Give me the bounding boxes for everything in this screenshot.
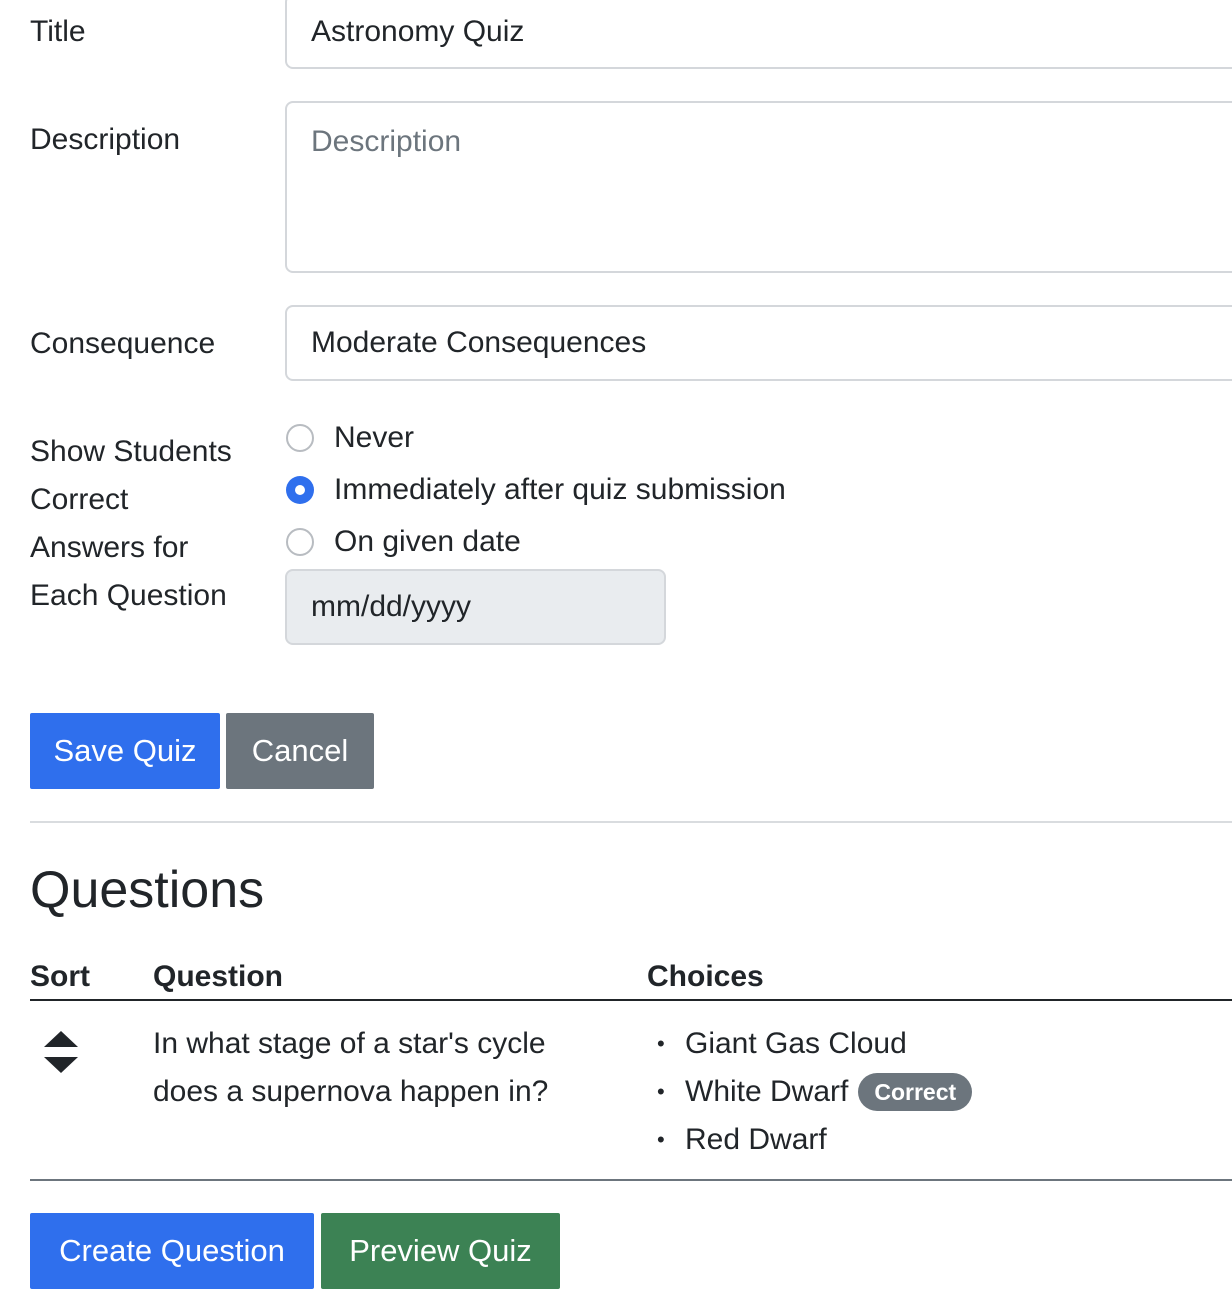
column-header-sort: Sort xyxy=(30,960,90,993)
title-label: Title xyxy=(30,15,86,48)
create-question-button[interactable]: Create Question xyxy=(30,1213,314,1289)
title-input[interactable]: Astronomy Quiz xyxy=(285,0,1232,69)
description-textarea[interactable]: Description xyxy=(285,101,1232,273)
date-input[interactable]: mm/dd/yyyy xyxy=(285,569,666,645)
radio-never-label: Never xyxy=(334,421,415,454)
choice-item: White Dwarf Correct xyxy=(647,1068,973,1116)
choices-list: Giant Gas Cloud White Dwarf Correct Red D… xyxy=(647,1020,973,1164)
radio-on-date-label: On given date xyxy=(334,525,521,558)
column-header-question: Question xyxy=(153,960,284,993)
show-answers-label: Show Students Correct Answers for Each Q… xyxy=(30,435,232,612)
choice-item: Red Dwarf xyxy=(647,1116,972,1164)
cancel-button[interactable]: Cancel xyxy=(226,713,374,789)
choice-item: Giant Gas Cloud xyxy=(647,1020,972,1068)
divider xyxy=(30,821,1232,823)
column-header-choices: Choices xyxy=(647,960,764,993)
choice-text: Giant Gas Cloud xyxy=(685,1027,907,1060)
radio-immediately-label: Immediately after quiz submission xyxy=(334,473,786,506)
sort-handle[interactable] xyxy=(44,1031,78,1073)
table-header-border xyxy=(30,999,1232,1001)
correct-badge: Correct xyxy=(858,1073,973,1111)
consequence-label: Consequence xyxy=(30,327,216,360)
radio-immediately[interactable]: Immediately after quiz submission xyxy=(286,470,786,510)
radio-never-circle[interactable] xyxy=(286,424,314,452)
consequence-select[interactable]: Moderate Consequences xyxy=(285,305,1232,381)
arrow-down-icon[interactable] xyxy=(44,1057,78,1073)
save-quiz-button[interactable]: Save Quiz xyxy=(30,713,220,789)
radio-on-date-circle[interactable] xyxy=(286,528,314,556)
questions-heading: Questions xyxy=(30,861,265,919)
arrow-up-icon[interactable] xyxy=(44,1031,78,1047)
question-text: In what stage of a star's cycle does a s… xyxy=(153,1027,549,1108)
radio-never[interactable]: Never xyxy=(286,418,414,458)
table-row-border xyxy=(30,1179,1232,1181)
choice-text: White Dwarf xyxy=(685,1075,849,1108)
preview-quiz-button[interactable]: Preview Quiz xyxy=(321,1213,560,1289)
description-label: Description xyxy=(30,123,181,156)
radio-immediately-circle[interactable] xyxy=(286,476,314,504)
choice-text: Red Dwarf xyxy=(685,1123,827,1156)
radio-on-date[interactable]: On given date xyxy=(286,522,521,562)
